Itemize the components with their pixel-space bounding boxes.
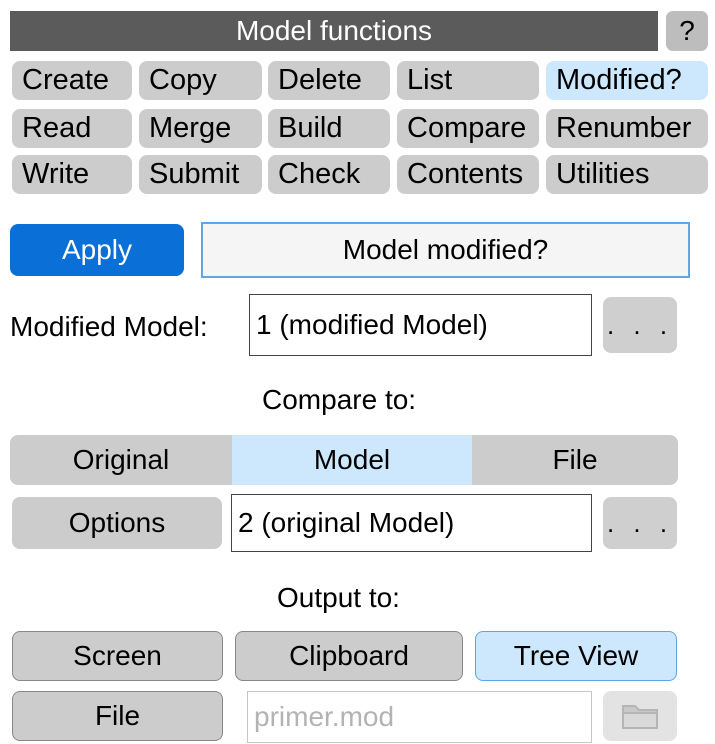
modified-model-input[interactable]: 1 (modified Model) bbox=[249, 294, 592, 356]
function-delete-button[interactable]: Delete bbox=[268, 61, 390, 100]
function-read-button[interactable]: Read bbox=[12, 109, 132, 148]
output-screen-button[interactable]: Screen bbox=[12, 631, 223, 681]
output-file-button[interactable]: File bbox=[12, 691, 223, 741]
function-compare-button[interactable]: Compare bbox=[397, 109, 539, 148]
function-submit-button[interactable]: Submit bbox=[139, 155, 262, 194]
compare-model-tab[interactable]: Model bbox=[232, 435, 472, 485]
function-copy-button[interactable]: Copy bbox=[139, 61, 262, 100]
function-contents-button[interactable]: Contents bbox=[397, 155, 539, 194]
output-tree-view-button[interactable]: Tree View bbox=[475, 631, 677, 681]
function-renumber-button[interactable]: Renumber bbox=[546, 109, 708, 148]
function-write-button[interactable]: Write bbox=[12, 155, 132, 194]
function-utilities-button[interactable]: Utilities bbox=[546, 155, 708, 194]
function-list-button[interactable]: List bbox=[397, 61, 539, 100]
compare-file-tab[interactable]: File bbox=[472, 435, 678, 485]
output-heading: Output to: bbox=[277, 582, 400, 613]
output-file-browse-button[interactable] bbox=[603, 691, 677, 741]
function-create-button[interactable]: Create bbox=[12, 61, 132, 100]
function-modified-button[interactable]: Modified? bbox=[546, 61, 708, 100]
output-clipboard-button[interactable]: Clipboard bbox=[235, 631, 463, 681]
modified-model-browse-button[interactable]: . . . bbox=[603, 297, 677, 353]
compare-heading: Compare to: bbox=[262, 384, 417, 415]
compare-original-tab[interactable]: Original bbox=[10, 435, 232, 485]
function-build-button[interactable]: Build bbox=[268, 109, 390, 148]
function-check-button[interactable]: Check bbox=[268, 155, 390, 194]
compare-selector: Original Model File bbox=[10, 435, 678, 485]
modified-model-label: Modified Model: bbox=[10, 311, 208, 342]
options-button[interactable]: Options bbox=[12, 497, 222, 549]
function-merge-button[interactable]: Merge bbox=[139, 109, 262, 148]
panel-title: Model functions bbox=[10, 11, 658, 51]
output-file-input[interactable]: primer.mod bbox=[247, 691, 592, 743]
compare-model-browse-button[interactable]: . . . bbox=[603, 497, 677, 549]
compare-model-input[interactable]: 2 (original Model) bbox=[231, 494, 592, 552]
help-button[interactable]: ? bbox=[666, 11, 708, 51]
apply-button[interactable]: Apply bbox=[10, 224, 184, 276]
mode-title: Model modified? bbox=[201, 222, 690, 278]
folder-icon bbox=[622, 705, 658, 729]
